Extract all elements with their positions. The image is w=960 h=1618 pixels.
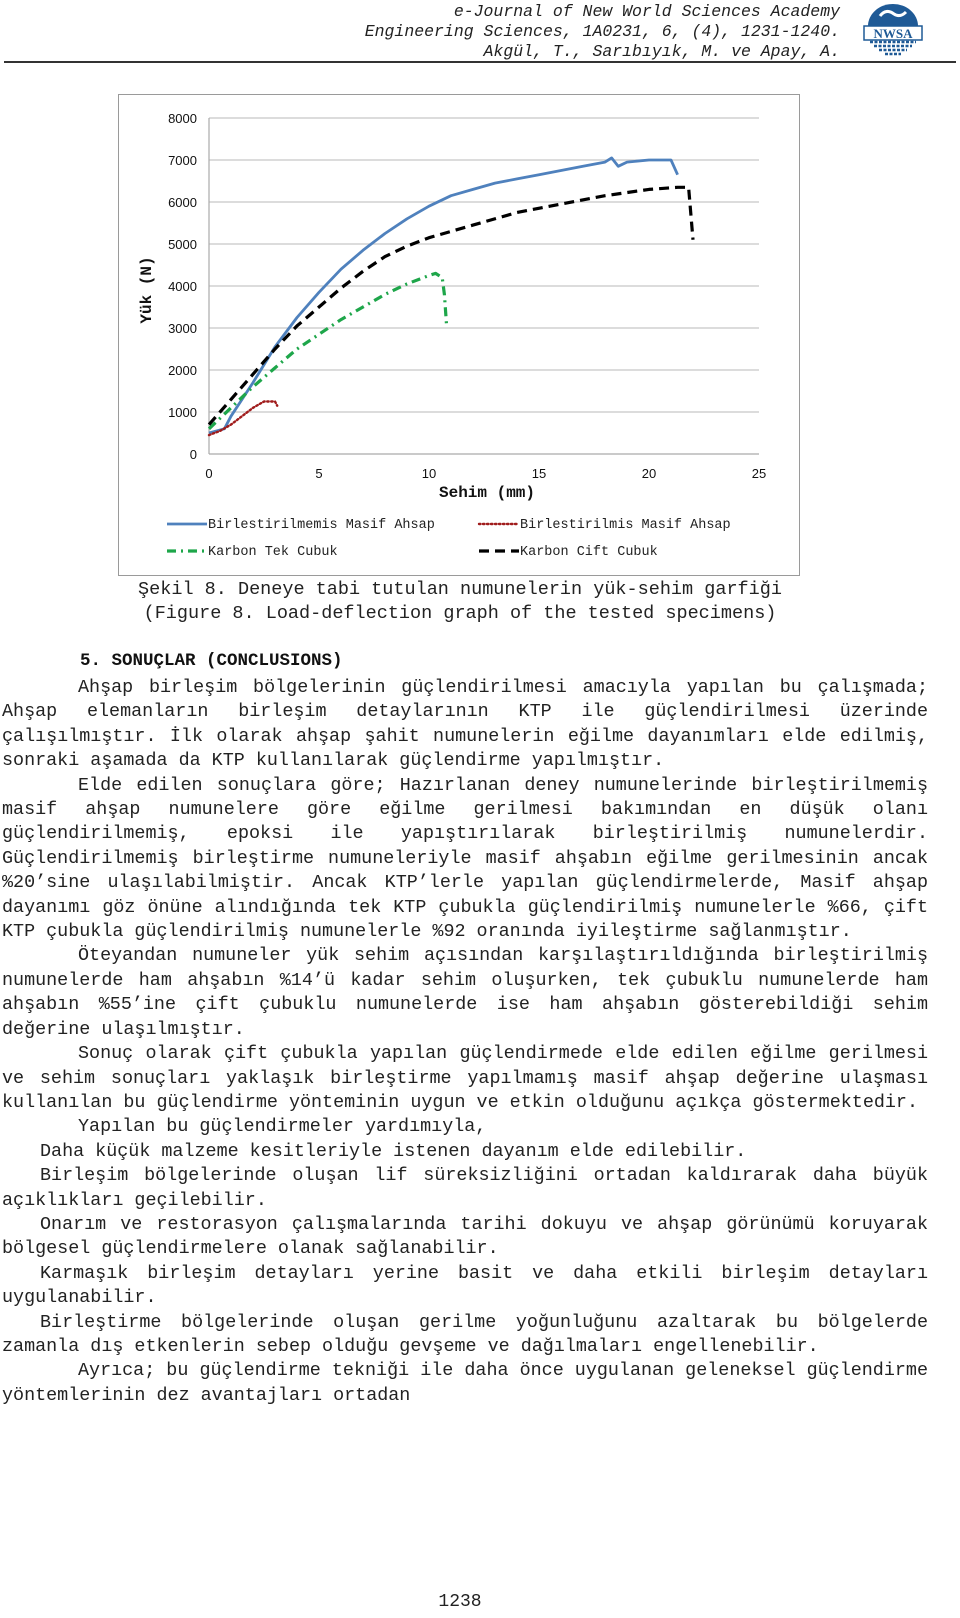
header-divider <box>4 61 956 63</box>
x-tick-label: 0 <box>205 466 212 481</box>
list-item-benefit: Birleşim bölgelerinde oluşan lif süreksi… <box>2 1165 928 1211</box>
series-line-birlestirilmemis-masif-ahsap <box>208 156 679 435</box>
x-tick-label: 15 <box>532 466 546 481</box>
y-tick-label: 0 <box>190 447 197 462</box>
section-title-conclusions: 5. SONUÇLAR (CONCLUSIONS) <box>80 651 343 671</box>
list-item-benefit: Onarım ve restorasyon çalışmalarında tar… <box>2 1213 928 1260</box>
x-axis-ticks: 0 5 10 15 20 25 <box>205 466 766 481</box>
x-tick-label: 10 <box>422 466 436 481</box>
logo-text: NWSA <box>873 26 913 41</box>
body-paragraph: Öteyandan numuneler yük sehim açısından … <box>2 945 928 1040</box>
header-line-journal: e-Journal of New World Sciences Academy <box>453 2 840 21</box>
series-line-karbon-cift-cubuk <box>207 185 695 426</box>
y-tick-label: 3000 <box>168 321 197 336</box>
legend-label: Karbon Tek Cubuk <box>208 545 338 560</box>
x-axis-title: Sehim (mm) <box>439 484 535 502</box>
load-deflection-chart: 0 1000 2000 3000 4000 5000 6000 7000 8000 0 5 10 15… <box>138 111 766 560</box>
conclusions-body: Ahşap birleşim bölgelerinin güçlendirilm… <box>2 676 928 1408</box>
y-tick-label: 8000 <box>168 111 197 126</box>
globe-logo-icon: NWSA <box>863 4 923 56</box>
page-number: 1238 <box>438 1592 482 1612</box>
figure-caption-english: (Figure 8. Load-deflection graph of the … <box>143 603 777 624</box>
x-tick-label: 5 <box>315 466 322 481</box>
list-item-benefit: Karmaşık birleşim detayları yerine basit… <box>2 1262 928 1309</box>
y-tick-label: 5000 <box>168 237 197 252</box>
figure-8: 0 1000 2000 3000 4000 5000 6000 7000 8000 0 5 10 15… <box>118 94 800 576</box>
list-item-benefit: Birleştirme bölgelerinde oluşan gerilme … <box>2 1311 928 1357</box>
body-paragraph: Yapılan bu güçlendirmeler yardımıyla, <box>78 1116 487 1138</box>
body-paragraph: Ayrıca; bu güçlendirme tekniği ile daha … <box>2 1360 928 1406</box>
journal-header: e-Journal of New World Sciences Academy … <box>365 2 840 62</box>
y-tick-label: 7000 <box>168 153 197 168</box>
y-tick-label: 1000 <box>168 405 197 420</box>
body-paragraph: Sonuç olarak çift çubukla yapılan güçlen… <box>2 1043 928 1113</box>
legend-label: Birlestirilmis Masif Ahsap <box>520 518 731 533</box>
series-line-karbon-tek-cubuk <box>207 271 449 430</box>
y-axis-title: Yük (N) <box>138 256 156 323</box>
figure-caption-turkish: Şekil 8. Deneye tabi tutulan numunelerin… <box>138 579 782 600</box>
header-line-authors: Akgül, T., Sarıbıyık, M. ve Apay, A. <box>483 42 840 61</box>
chart-gridlines <box>208 117 759 455</box>
list-item-benefit: Daha küçük malzeme kesitleriyle istenen … <box>40 1140 747 1162</box>
header-line-volume: Engineering Sciences, 1A0231, 6, (4), 12… <box>364 22 840 41</box>
y-tick-label: 4000 <box>168 279 197 294</box>
y-axis-ticks: 0 1000 2000 3000 4000 5000 6000 7000 8000 <box>168 111 197 462</box>
x-tick-label: 25 <box>752 466 766 481</box>
legend-label: Karbon Cift Cubuk <box>520 545 658 560</box>
chart-series <box>207 156 695 437</box>
x-tick-label: 20 <box>642 466 656 481</box>
y-tick-label: 2000 <box>168 363 197 378</box>
body-paragraph: Ahşap birleşim bölgelerinin güçlendirilm… <box>2 677 928 772</box>
body-paragraph: Elde edilen sonuçlara göre; Hazırlanan d… <box>2 774 928 943</box>
y-tick-label: 6000 <box>168 195 197 210</box>
legend-label: Birlestirilmemis Masif Ahsap <box>208 518 435 533</box>
chart-legend: Birlestirilmemis Masif Ahsap Birlestirilm… <box>167 518 731 560</box>
